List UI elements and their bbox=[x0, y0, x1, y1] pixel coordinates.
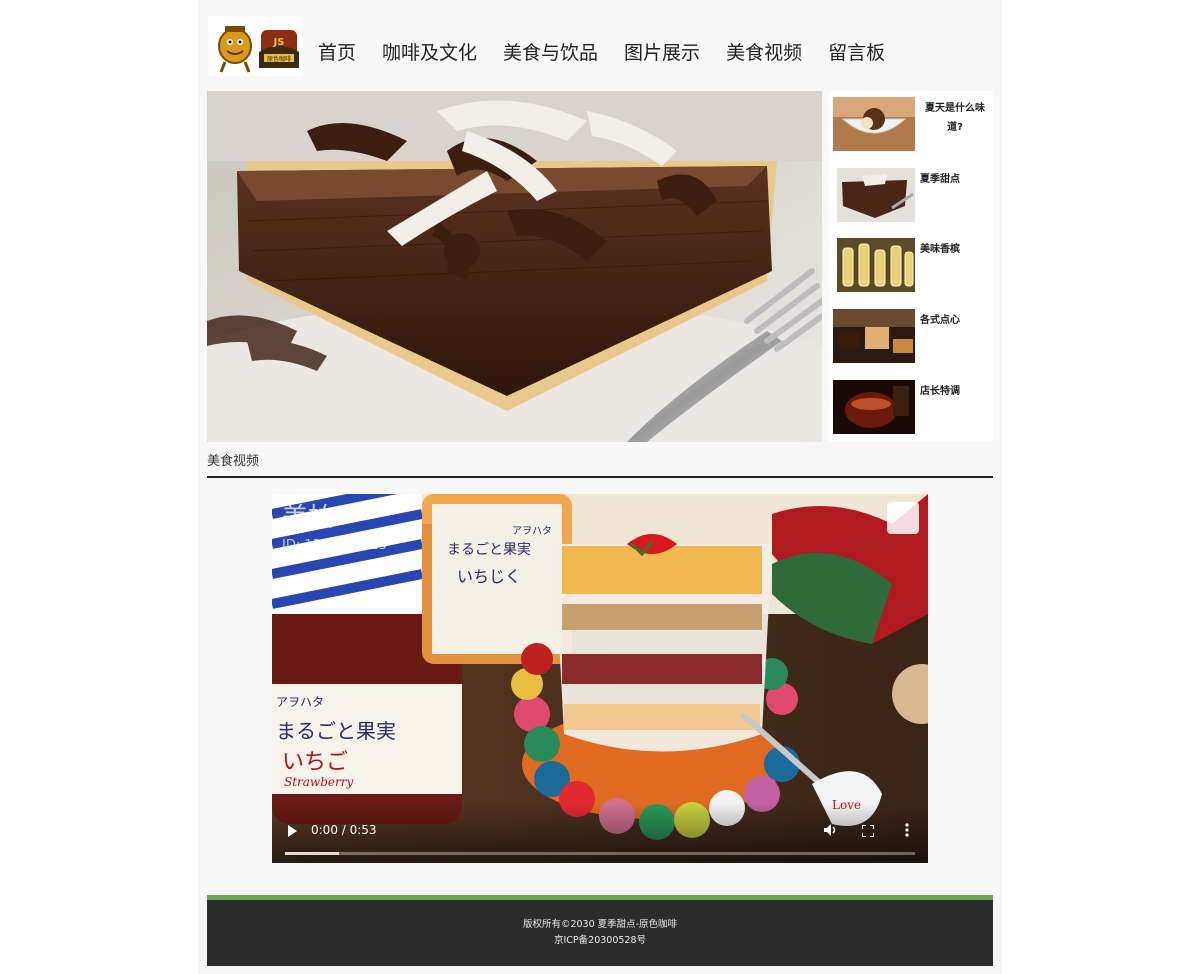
side-item-caption: 各式点心 bbox=[920, 315, 960, 326]
side-item-champagne[interactable]: 美味香槟 bbox=[829, 232, 993, 298]
logo-mark: JS bbox=[272, 37, 284, 48]
jar-right-label: まるごと果実 bbox=[447, 542, 531, 558]
jar-left-sub: いちご bbox=[282, 750, 348, 775]
hero-image-chocolate-tart bbox=[207, 91, 822, 442]
coffee-mascot-logo-icon: JS 原色咖啡 bbox=[217, 26, 299, 73]
more-options-icon[interactable] bbox=[905, 823, 909, 837]
side-item-pastries[interactable]: 各式点心 bbox=[829, 303, 993, 369]
jar-right-brand: アヲハタ bbox=[512, 525, 552, 537]
site-logo[interactable]: JS 原色咖啡 bbox=[208, 16, 303, 76]
thumb-champagne-image bbox=[837, 238, 915, 292]
side-featured-list: 夏天是什么味道? 夏季甜点 美味香槟 各式点心 店长特调 bbox=[829, 91, 993, 442]
video-controls: 0:00 / 0:53 bbox=[272, 803, 928, 863]
footer-copyright: 版权所有©2030 夏季甜点-原色咖啡 bbox=[522, 919, 678, 930]
video-buffered-bar bbox=[285, 852, 339, 855]
side-item-signature-drink[interactable]: 店长特调 bbox=[829, 374, 993, 440]
section-title-food-video: 美食视频 bbox=[207, 454, 260, 469]
page-container: JS 原色咖啡 首页 咖啡及文化 美食与饮品 图片展示 美食视频 留言板 夏天是… bbox=[198, 0, 1002, 974]
side-item-caption: 夏天是什么味道? bbox=[925, 103, 985, 133]
side-item-caption: 店长特调 bbox=[920, 386, 960, 397]
nav-item-gallery[interactable]: 图片展示 bbox=[624, 38, 700, 65]
side-item-summer-taste[interactable]: 夏天是什么味道? bbox=[829, 91, 993, 157]
volume-icon[interactable] bbox=[823, 823, 837, 837]
section-divider bbox=[207, 476, 993, 478]
main-nav: 首页 咖啡及文化 美食与饮品 图片展示 美食视频 留言板 bbox=[318, 38, 885, 65]
video-watermark: 美柏 bbox=[282, 503, 334, 533]
thumb-chocolate-tart-image bbox=[837, 168, 915, 222]
video-progress-bar[interactable] bbox=[285, 852, 915, 855]
nav-item-home[interactable]: 首页 bbox=[318, 38, 356, 65]
video-watermark-sub: ID: 1385558123 bbox=[282, 538, 387, 553]
jar-left-label: まるごと果実 bbox=[276, 719, 396, 743]
video-time: 0:00 / 0:53 bbox=[311, 823, 377, 837]
thumb-coffee-drink-image bbox=[833, 380, 915, 434]
nav-item-coffee-culture[interactable]: 咖啡及文化 bbox=[382, 38, 477, 65]
side-item-caption: 美味香槟 bbox=[920, 244, 960, 255]
thumb-ice-cream-image bbox=[833, 97, 915, 151]
thumb-pastries-image bbox=[833, 309, 915, 363]
fullscreen-icon[interactable] bbox=[862, 825, 874, 837]
play-icon[interactable] bbox=[288, 825, 297, 837]
side-item-summer-dessert[interactable]: 夏季甜点 bbox=[829, 162, 993, 228]
channel-badge-icon bbox=[887, 502, 919, 534]
site-footer: 版权所有©2030 夏季甜点-原色咖啡 京ICP备20300528号 bbox=[207, 895, 993, 966]
nav-item-guestbook[interactable]: 留言板 bbox=[828, 38, 885, 65]
side-item-caption: 夏季甜点 bbox=[920, 174, 960, 185]
nav-item-food-drinks[interactable]: 美食与饮品 bbox=[503, 38, 598, 65]
video-player[interactable]: まるごと果実 いちご Strawberry アヲハタ まるごと果実 いちじく ア… bbox=[272, 494, 928, 863]
jar-left-en: Strawberry bbox=[284, 775, 353, 789]
site-header: JS 原色咖啡 首页 咖啡及文化 美食与饮品 图片展示 美食视频 留言板 bbox=[208, 16, 994, 76]
jar-left-brand: アヲハタ bbox=[276, 695, 324, 709]
jar-right-sub: いちじく bbox=[457, 567, 521, 586]
footer-icp: 京ICP备20300528号 bbox=[553, 935, 647, 946]
logo-text: 原色咖啡 bbox=[266, 55, 290, 63]
nav-item-food-video[interactable]: 美食视频 bbox=[726, 38, 802, 65]
